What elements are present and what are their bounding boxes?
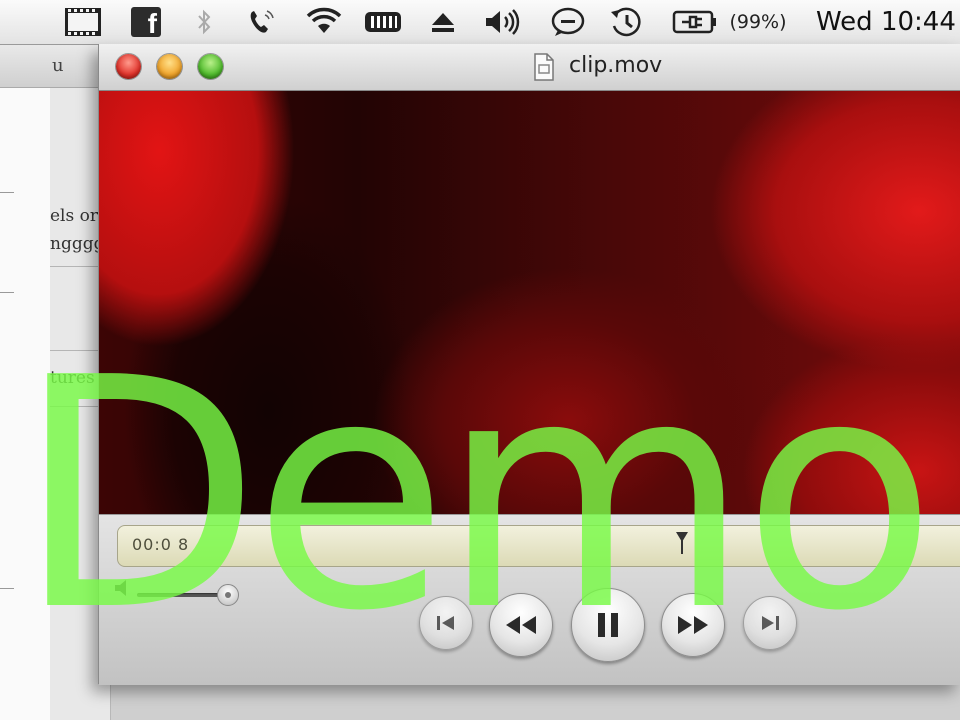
battery-bar-icon[interactable]	[362, 0, 406, 44]
rewind-icon	[506, 616, 536, 634]
go-to-end-button[interactable]	[743, 596, 797, 650]
phone-icon[interactable]	[244, 0, 278, 44]
fast-forward-icon	[678, 616, 708, 634]
pause-icon	[598, 613, 618, 637]
clapperboard-icon[interactable]	[62, 0, 104, 44]
facebook-glyph: f	[147, 8, 157, 39]
timeline-display[interactable]: 00:0 8	[117, 525, 960, 567]
movie-window-title: clip.mov	[569, 53, 663, 78]
power-plug-icon[interactable]	[670, 0, 720, 44]
sidebar-divider	[0, 588, 14, 589]
bluetooth-icon[interactable]	[190, 0, 218, 44]
movie-file-icon	[534, 53, 554, 81]
volume-slider-track[interactable]	[137, 593, 227, 597]
fast-forward-button[interactable]	[661, 593, 725, 657]
menubar-clock[interactable]: Wed 10:44	[816, 0, 956, 44]
document-text-line: tures	[50, 368, 95, 388]
eject-icon[interactable]	[426, 0, 460, 44]
video-frame[interactable]	[99, 91, 960, 560]
document-text-line: ngggg	[50, 234, 105, 254]
volume-icon[interactable]	[480, 0, 524, 44]
battery-percent-text: (99%)	[729, 11, 787, 33]
movie-player-window[interactable]: clip.mov 00:0 8	[98, 44, 960, 685]
pause-button[interactable]	[571, 588, 645, 662]
volume-slider-knob[interactable]	[217, 584, 239, 606]
go-to-start-button[interactable]	[419, 596, 473, 650]
facebook-icon[interactable]: f	[128, 0, 164, 44]
document-text-line: els or	[50, 206, 98, 226]
background-window-title: u	[52, 55, 64, 76]
sidebar-divider	[0, 292, 14, 293]
sidebar-divider	[0, 192, 14, 193]
minimize-button[interactable]	[157, 54, 182, 79]
volume-speaker-icon	[115, 580, 126, 596]
menu-bar: f (99%) Wed 10:44	[0, 0, 960, 45]
playback-controller: 00:0 8	[99, 514, 960, 685]
background-window-sidebar	[0, 88, 51, 720]
background-window-titlebar[interactable]: u	[0, 45, 110, 88]
close-button[interactable]	[116, 54, 141, 79]
time-machine-icon[interactable]	[606, 0, 646, 44]
playhead-stem	[681, 540, 683, 554]
background-document-window[interactable]: u els or ngggg tures	[0, 45, 111, 720]
rewind-button[interactable]	[489, 593, 553, 657]
current-time: 00:0 8	[132, 535, 190, 554]
battery-percent[interactable]: (99%)	[726, 0, 790, 44]
wifi-icon[interactable]	[302, 0, 346, 44]
movie-window-titlebar[interactable]: clip.mov	[99, 44, 960, 91]
go-to-end-icon	[762, 616, 779, 630]
zoom-button[interactable]	[198, 54, 223, 79]
chat-icon[interactable]	[548, 0, 588, 44]
go-to-start-icon	[437, 616, 454, 630]
